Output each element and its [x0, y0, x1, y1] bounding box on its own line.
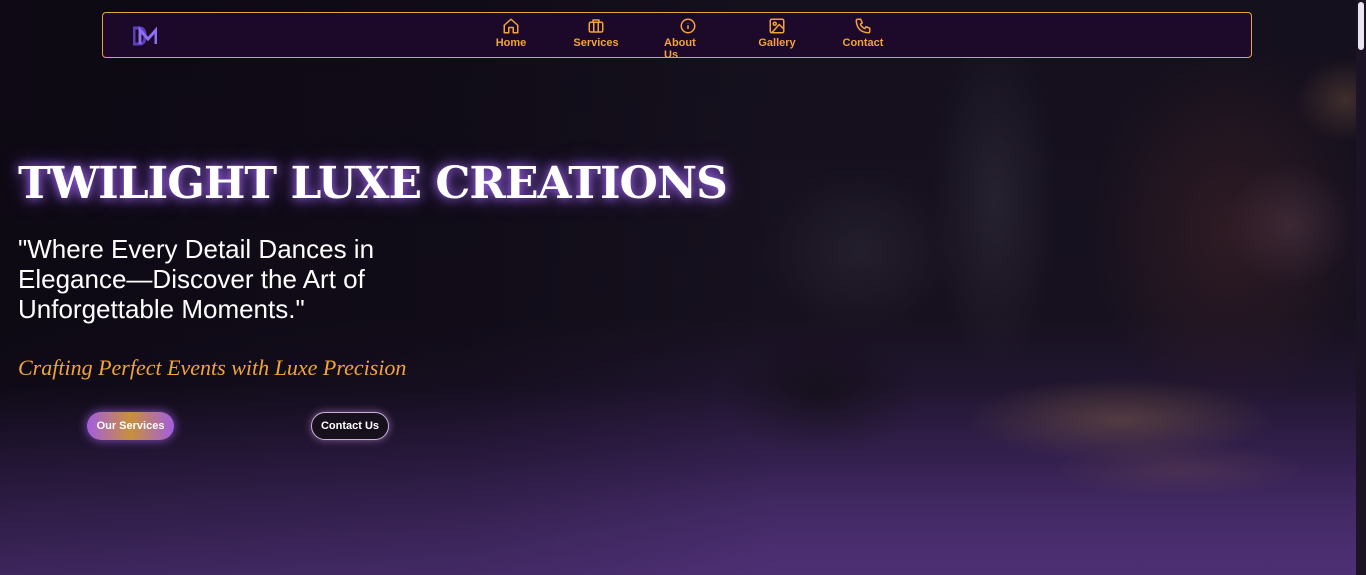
scrollbar[interactable]	[1356, 0, 1366, 575]
nav-item-contact[interactable]: Contact	[842, 17, 884, 49]
nav-item-label: About Us	[664, 37, 696, 61]
page: Home Services About Us Gallery Contact T…	[0, 0, 1366, 575]
nav-item-services[interactable]: Services	[573, 17, 619, 49]
home-icon	[503, 18, 519, 34]
image-icon	[769, 18, 785, 34]
nav-item-home[interactable]: Home	[495, 17, 527, 49]
hero-title: TWILIGHT LUXE CREATIONS	[18, 158, 728, 209]
phone-icon	[855, 18, 871, 34]
briefcase-icon	[588, 19, 604, 33]
our-services-button[interactable]: Our Services	[87, 412, 174, 440]
nav-item-label: Gallery	[758, 37, 796, 49]
nav-item-about-us[interactable]: About Us	[664, 17, 712, 61]
navbar: Home Services About Us Gallery Contact	[102, 12, 1252, 61]
contact-us-button[interactable]: Contact Us	[311, 412, 389, 440]
scrollbar-thumb[interactable]	[1358, 2, 1364, 50]
nav-menu: Home Services About Us Gallery Contact	[103, 17, 1251, 61]
hero-quote: "Where Every Detail Dances in Elegance—D…	[18, 234, 375, 324]
nav-item-label: Services	[573, 37, 619, 49]
background-gradient	[0, 385, 1366, 575]
nav-item-label: Contact	[842, 37, 884, 49]
info-icon	[680, 18, 696, 34]
nav-item-gallery[interactable]: Gallery	[758, 17, 796, 49]
hero-tagline: Crafting Perfect Events with Luxe Precis…	[18, 355, 407, 380]
nav-item-label: Home	[495, 37, 527, 49]
